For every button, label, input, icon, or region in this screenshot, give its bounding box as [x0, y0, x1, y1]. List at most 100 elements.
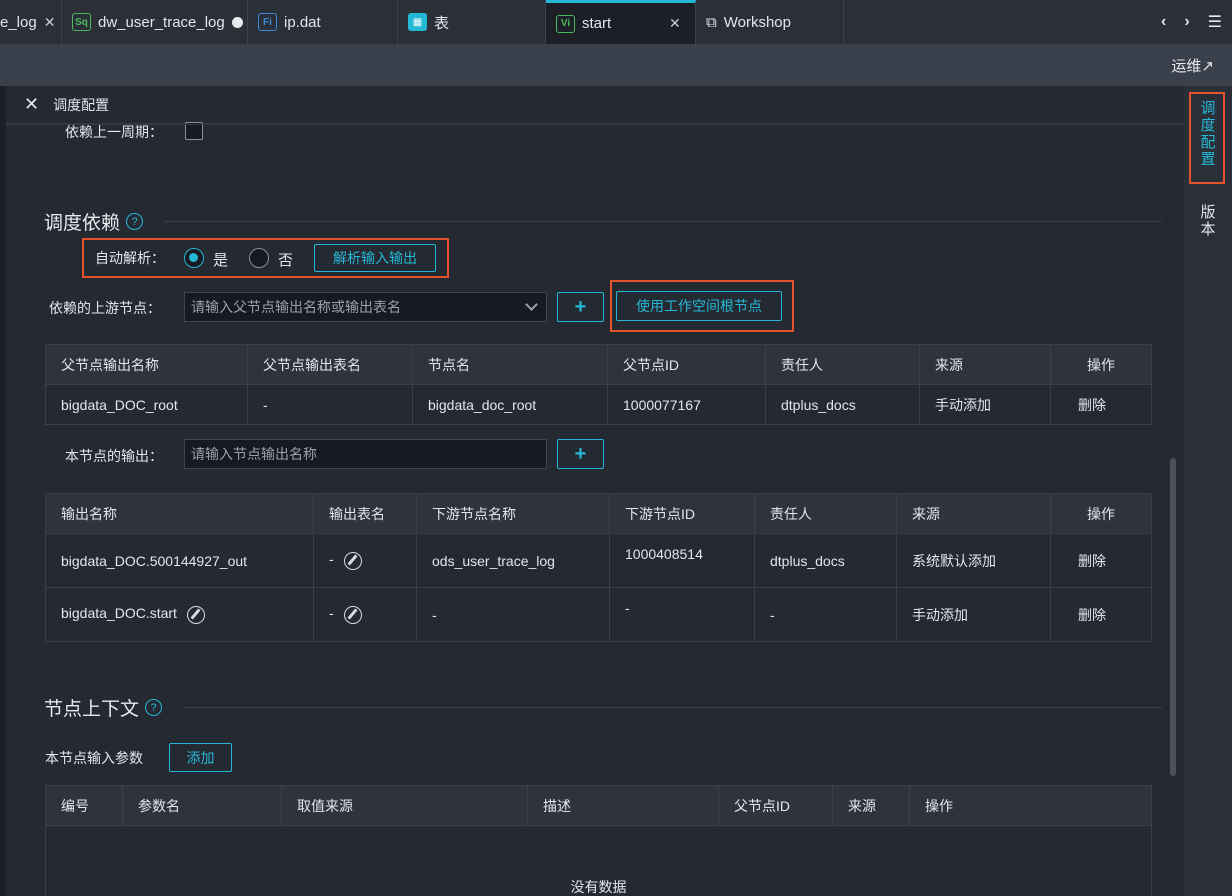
cell-owner: - — [754, 587, 897, 642]
close-icon[interactable]: ✕ — [44, 14, 56, 31]
help-icon[interactable]: ? — [145, 699, 163, 716]
cell-source: 系统默认添加 — [896, 533, 1051, 588]
cell-output-table: - — [313, 587, 417, 642]
parse-io-button[interactable]: 解析输入输出 — [314, 244, 436, 272]
tab-bar: e_log ✕ Sq dw_user_trace_log Fi ip.dat ▦… — [0, 0, 1232, 44]
section-title-context: 节点上下文 ? — [44, 694, 163, 721]
panel-title: 调度配置 — [53, 96, 110, 113]
header-cell: 父节点ID — [607, 344, 766, 385]
cell-owner: dtplus_docs — [765, 384, 920, 425]
header-cell: 责任人 — [765, 344, 920, 385]
header-cell: 操作 — [909, 785, 1152, 826]
section-title-text: 节点上下文 — [44, 699, 140, 720]
tab-label: start — [582, 15, 612, 32]
tab-workshop[interactable]: ⧉ Workshop — [696, 0, 844, 44]
tab-label: 表 — [434, 14, 450, 32]
chevron-down-icon — [525, 298, 538, 311]
divider — [6, 124, 1184, 125]
header-cell: 操作 — [1050, 493, 1152, 534]
ops-link[interactable]: 运维↗ — [1171, 55, 1214, 76]
header-cell: 父节点输出名称 — [45, 344, 248, 385]
header-cell: 来源 — [919, 344, 1051, 385]
header-cell: 来源 — [832, 785, 910, 826]
empty-row: 没有数据 — [45, 825, 1152, 896]
add-output-button[interactable]: + — [557, 439, 604, 469]
header-cell: 节点名 — [412, 344, 608, 385]
cell-output-name: bigdata_DOC.start — [45, 587, 314, 642]
delete-link[interactable]: 删除 — [1050, 384, 1152, 425]
chevron-right-icon[interactable]: › — [1184, 13, 1189, 31]
output-input[interactable]: 请输入节点输出名称 — [184, 439, 547, 469]
workflow-icon: ⧉ — [706, 13, 717, 31]
delete-link-disabled: 删除 — [1050, 533, 1152, 588]
input-params-label: 本节点输入参数 — [45, 750, 143, 766]
tab-nav: ‹ › ☰ — [1161, 0, 1232, 44]
cell-text: - — [329, 605, 334, 622]
add-upstream-button[interactable]: + — [557, 292, 604, 322]
schedule-config-panel: ✕ 调度配置 依赖上一周期： 调度依赖 ? 自动解析： 是 否 解析输入输出 依… — [6, 86, 1184, 896]
tab-ip-dat[interactable]: Fi ip.dat — [248, 0, 398, 44]
output-placeholder: 请输入节点输出名称 — [191, 446, 317, 462]
table-icon: ▦ — [408, 13, 427, 31]
cell-node-id-link[interactable]: 1000077167 — [607, 384, 766, 425]
tab-label: ip.dat — [284, 13, 321, 31]
edit-icon[interactable] — [343, 605, 362, 624]
cell-output-table: - — [247, 384, 413, 425]
cell-text: - — [329, 551, 334, 568]
table-header-row: 编号 参数名 取值来源 描述 父节点ID 来源 操作 — [45, 785, 1152, 826]
upstream-table: 父节点输出名称 父节点输出表名 节点名 父节点ID 责任人 来源 操作 bigd… — [45, 344, 1152, 425]
section-rule — [164, 221, 1162, 222]
header-cell: 操作 — [1050, 344, 1152, 385]
tab-dw-user-trace-log[interactable]: Sq dw_user_trace_log — [62, 0, 248, 44]
header-cell: 输出表名 — [313, 493, 417, 534]
tab-label: dw_user_trace_log — [98, 13, 225, 31]
tab-e-log[interactable]: e_log ✕ — [0, 0, 62, 44]
header-cell: 描述 — [527, 785, 719, 826]
edit-icon[interactable] — [186, 605, 205, 624]
header-cell: 下游节点名称 — [416, 493, 610, 534]
upstream-select[interactable]: 请输入父节点输出名称或输出表名 — [184, 292, 547, 322]
header-cell: 下游节点ID — [609, 493, 755, 534]
cell-owner: dtplus_docs — [754, 533, 897, 588]
tab-start[interactable]: Vi start ✕ — [546, 0, 696, 44]
header-cell: 取值来源 — [281, 785, 528, 826]
close-icon[interactable]: ✕ — [24, 94, 39, 115]
right-sidebar: 调度配置 版本 — [1184, 86, 1232, 896]
cell-source: 手动添加 — [919, 384, 1051, 425]
radio-no-label: 否 — [278, 252, 294, 269]
close-icon[interactable]: ✕ — [669, 15, 681, 32]
tab-table[interactable]: ▦ 表 — [398, 0, 546, 44]
cell-downstream-name: ods_user_trace_log — [416, 533, 610, 588]
scrollbar[interactable] — [1170, 458, 1176, 776]
cell-source: 手动添加 — [896, 587, 1051, 642]
radio-no[interactable] — [249, 248, 269, 268]
header-cell: 父节点ID — [718, 785, 833, 826]
cell-downstream-id-link[interactable]: 1000408514 — [609, 533, 755, 588]
params-table: 编号 参数名 取值来源 描述 父节点ID 来源 操作 没有数据 — [45, 785, 1152, 896]
highlight-box — [1189, 92, 1225, 184]
cell-output-name: bigdata_DOC_root — [45, 384, 248, 425]
cell-text: bigdata_DOC.start — [61, 605, 177, 622]
section-title-dependency: 调度依赖 ? — [44, 208, 144, 235]
cell-downstream-id: - — [609, 587, 755, 642]
table-row: bigdata_DOC.500144927_out - ods_user_tra… — [45, 533, 1152, 588]
delete-link[interactable]: 删除 — [1050, 587, 1152, 642]
tab-label: Workshop — [723, 13, 791, 31]
menu-icon[interactable]: ☰ — [1208, 12, 1222, 32]
header-cell: 父节点输出表名 — [247, 344, 413, 385]
header-cell: 来源 — [896, 493, 1051, 534]
chevron-left-icon[interactable]: ‹ — [1161, 13, 1166, 31]
add-param-button[interactable]: 添加 — [169, 743, 232, 772]
use-root-node-button[interactable]: 使用工作空间根节点 — [616, 291, 782, 321]
upstream-placeholder: 请输入父节点输出名称或输出表名 — [191, 299, 401, 315]
edit-icon[interactable] — [343, 551, 362, 570]
sql-file-icon: Sq — [72, 13, 91, 31]
virtual-node-icon: Vi — [556, 14, 575, 33]
panel-header: ✕ 调度配置 — [6, 86, 1184, 124]
help-icon[interactable]: ? — [126, 213, 144, 230]
sidebar-item-version[interactable]: 版本 — [1198, 204, 1218, 238]
cell-downstream-name: - — [416, 587, 610, 642]
header-cell: 责任人 — [754, 493, 897, 534]
radio-yes[interactable] — [184, 248, 204, 268]
tab-label: e_log — [0, 13, 37, 31]
